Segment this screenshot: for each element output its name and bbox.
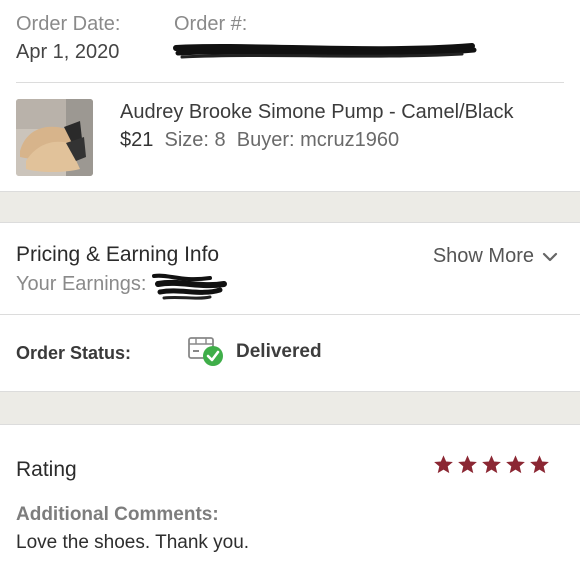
pricing-title: Pricing & Earning Info bbox=[16, 243, 220, 266]
rating-stars bbox=[433, 454, 550, 475]
star-icon bbox=[530, 455, 549, 474]
earnings-redaction bbox=[152, 273, 227, 300]
star-icon bbox=[482, 455, 501, 474]
delivered-box-icon bbox=[188, 337, 223, 366]
show-more-label: Show More bbox=[432, 245, 534, 267]
star-icon bbox=[434, 455, 453, 474]
section-separator-2 bbox=[0, 392, 580, 424]
item-title[interactable]: Audrey Brooke Simone Pump - Camel/Black bbox=[120, 101, 514, 124]
rating-title: Rating bbox=[16, 458, 77, 481]
item-thumbnail[interactable] bbox=[16, 99, 93, 176]
chevron-down-icon bbox=[542, 252, 558, 261]
star-icon bbox=[506, 455, 525, 474]
order-date-label: Order Date: bbox=[16, 13, 121, 35]
item-buyer: Buyer: mcruz1960 bbox=[236, 129, 400, 151]
show-more-button[interactable]: Show More bbox=[433, 245, 558, 268]
earnings-label: Your Earnings: bbox=[16, 273, 147, 295]
item-size: Size: 8 bbox=[164, 129, 226, 151]
section-separator bbox=[0, 192, 580, 222]
order-number-label: Order #: bbox=[174, 13, 248, 35]
item-price: $21 bbox=[120, 129, 154, 151]
order-status-value: Delivered bbox=[236, 341, 322, 362]
comments-label: Additional Comments: bbox=[16, 504, 219, 525]
order-date-value: Apr 1, 2020 bbox=[16, 41, 120, 63]
order-number-redaction bbox=[173, 43, 477, 59]
order-status-label: Order Status: bbox=[16, 343, 132, 363]
comments-text: Love the shoes. Thank you. bbox=[16, 532, 250, 553]
star-icon bbox=[458, 455, 477, 474]
item-meta: $21 Size: 8 Buyer: mcruz1960 bbox=[120, 129, 399, 152]
